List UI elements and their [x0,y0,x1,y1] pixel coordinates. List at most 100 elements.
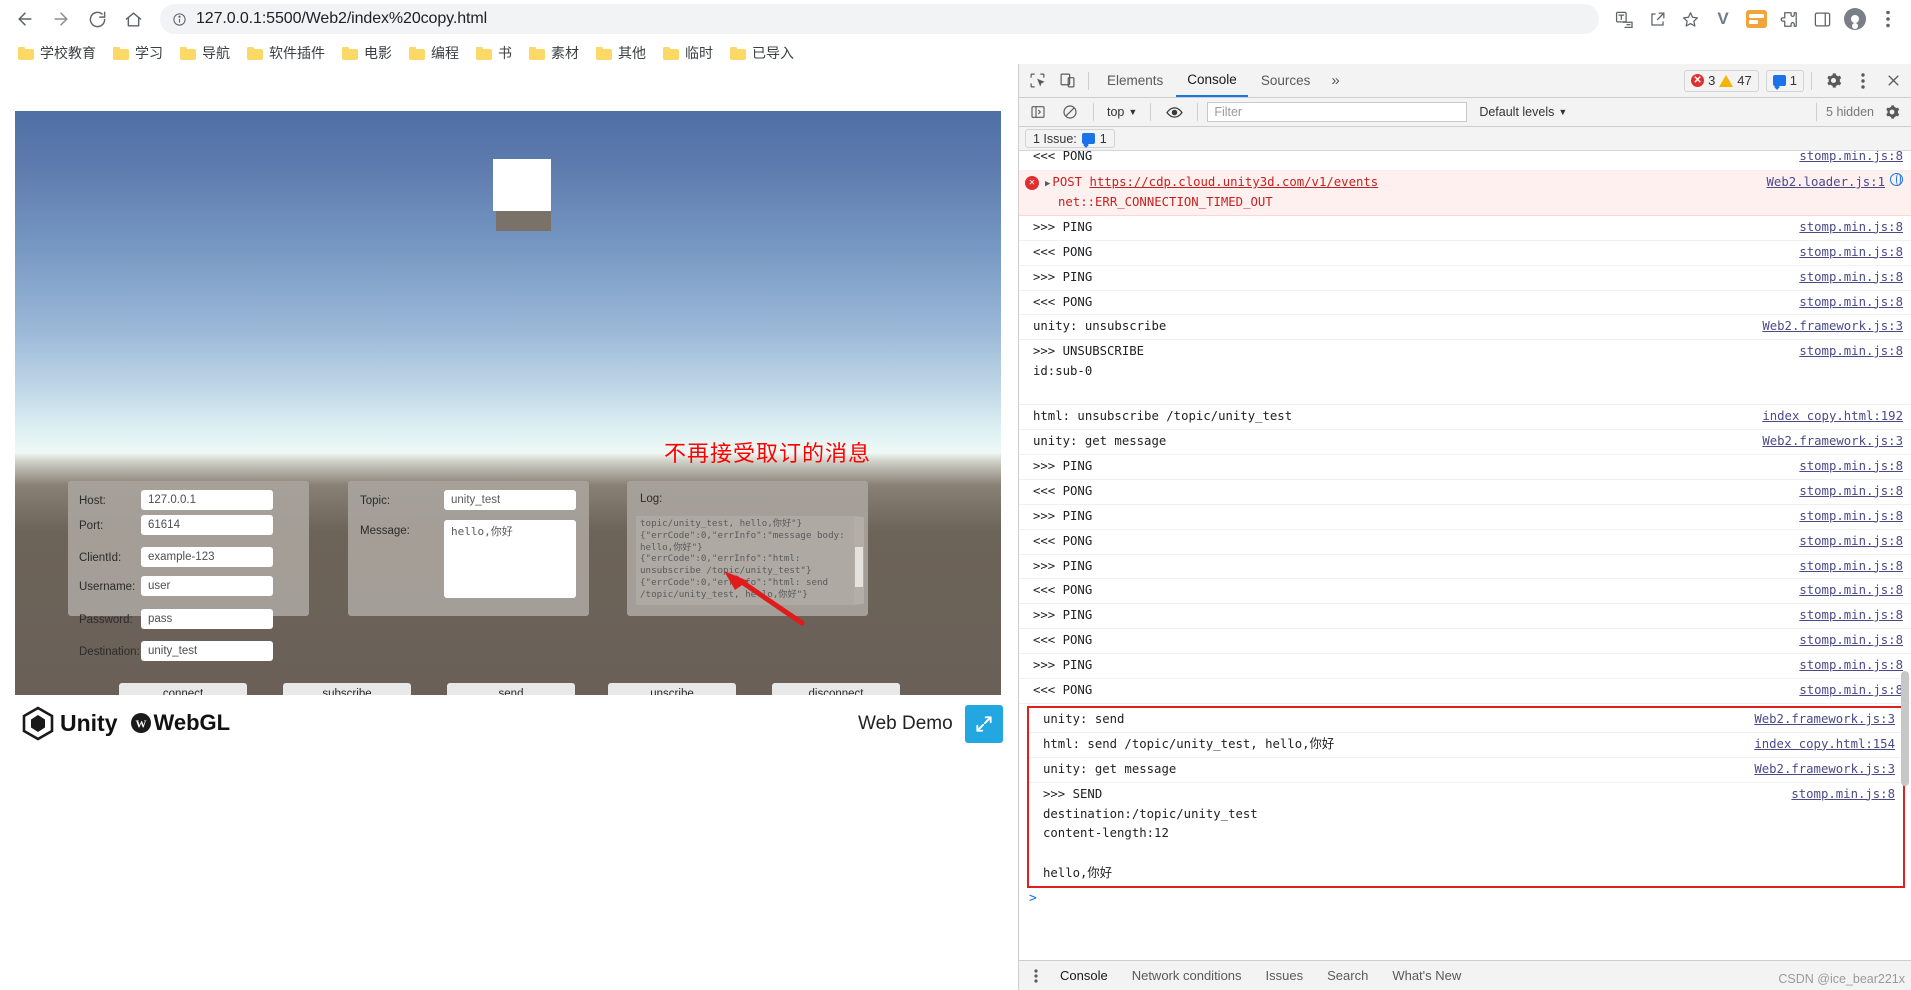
console-row[interactable]: <<< PONG stomp.min.js:8 [1019,579,1911,605]
console-row-source[interactable]: stomp.min.js:8 [1799,457,1903,477]
console-row[interactable]: >>> PING stomp.min.js:8 [1019,216,1911,241]
console-row-source[interactable]: stomp.min.js:8 [1791,785,1895,805]
unity-webgl-canvas[interactable]: 不再接受取订的消息 Host: 127.0.0.1 Port: 61614 Cl… [15,111,1001,695]
home-button[interactable] [116,2,150,36]
chrome-menu-icon[interactable] [1873,4,1903,34]
console-row-source[interactable]: stomp.min.js:8 [1799,151,1903,167]
bookmark-item[interactable]: 软件插件 [239,40,333,66]
console-settings-gear-icon[interactable] [1878,99,1906,125]
console-row[interactable]: >>> PING stomp.min.js:8 [1019,604,1911,630]
console-row-source[interactable]: Web2.framework.js:3 [1754,760,1895,780]
console-row[interactable]: unity: get message Web2.framework.js:3 [1019,430,1911,455]
console-filter-input[interactable]: Filter [1207,102,1468,122]
drawer-tab-search[interactable]: Search [1316,961,1379,990]
bookmark-item[interactable]: 其他 [588,40,654,66]
reload-button[interactable] [80,2,114,36]
tab-elements[interactable]: Elements [1096,64,1174,97]
console-row[interactable]: <<< PONG stomp.min.js:8 [1019,530,1911,555]
clientid-input[interactable]: example-123 [141,547,273,567]
close-devtools-icon[interactable] [1879,68,1907,94]
error-warning-badge[interactable]: ✕ 3 47 [1684,69,1759,92]
console-row-error[interactable]: ✕ ▶ POST https://cdp.cloud.unity3d.com/v1… [1019,171,1911,216]
console-row-source[interactable]: Web2.framework.js:3 [1762,432,1903,452]
password-input[interactable]: pass [141,609,273,629]
drawer-menu-icon[interactable] [1025,968,1047,983]
console-row[interactable]: >>> PING stomp.min.js:8 [1019,455,1911,480]
bookmark-item[interactable]: 已导入 [722,40,802,66]
tab-sources[interactable]: Sources [1250,64,1322,97]
console-row[interactable]: >>> PING stomp.min.js:8 [1019,555,1911,580]
bookmark-item[interactable]: 导航 [172,40,238,66]
console-prompt[interactable]: > [1019,888,1911,909]
console-row-source[interactable]: stomp.min.js:8 [1799,218,1903,238]
console-sidebar-toggle-icon[interactable] [1024,99,1052,125]
sidepanel-icon[interactable] [1807,4,1837,34]
console-error-link[interactable]: https://cdp.cloud.unity3d.com/v1/events [1089,175,1378,189]
expand-triangle-icon[interactable]: ▶ [1045,179,1050,189]
console-row-source[interactable]: stomp.min.js:8 [1799,606,1903,626]
settings-gear-icon[interactable] [1819,68,1847,94]
drawer-tab-issues[interactable]: Issues [1255,961,1315,990]
more-tabs-icon[interactable]: » [1323,72,1347,89]
drawer-tab-whats-new[interactable]: What's New [1381,961,1472,990]
bookmark-item[interactable]: 素材 [521,40,587,66]
username-input[interactable]: user [141,576,273,596]
console-row[interactable]: unity: get message Web2.framework.js:3 [1029,758,1903,783]
inspect-element-icon[interactable] [1023,68,1051,94]
console-row[interactable]: html: send /topic/unity_test, hello,你好 in… [1029,733,1903,758]
bookmark-item[interactable]: 编程 [401,40,467,66]
site-info-icon[interactable] [172,12,187,27]
execution-context-selector[interactable]: top ▼ [1103,105,1141,119]
log-levels-selector[interactable]: Default levels ▼ [1479,105,1567,119]
issue-chip[interactable]: 1 Issue: 1 [1025,129,1115,148]
console-row[interactable]: <<< PONG stomp.min.js:8 [1019,241,1911,266]
back-button[interactable] [8,2,42,36]
console-row[interactable]: html: unsubscribe /topic/unity_test index… [1019,405,1911,430]
console-row[interactable]: <<< PONG stomp.min.js:8 [1019,629,1911,655]
send-button[interactable]: send [447,683,575,695]
clear-console-icon[interactable] [1056,99,1084,125]
log-panel-scrollbar[interactable] [854,517,864,604]
console-row-clipped[interactable]: <<< PONG stomp.min.js:8 [1019,151,1911,171]
console-row[interactable]: <<< PONG stomp.min.js:8 [1019,291,1911,316]
console-message-list[interactable]: <<< PONG stomp.min.js:8 ✕ ▶ POST https://… [1019,151,1911,911]
topic-input[interactable]: unity_test [444,490,576,510]
port-input[interactable]: 61614 [141,515,273,535]
bookmark-item[interactable]: 电影 [334,40,400,66]
connect-button[interactable]: connect [119,683,247,695]
bookmark-item[interactable]: 学习 [105,40,171,66]
device-toolbar-icon[interactable] [1053,68,1081,94]
issues-badge[interactable]: 1 [1765,69,1804,92]
console-row-source[interactable]: stomp.min.js:8 [1799,482,1903,502]
tab-console[interactable]: Console [1176,64,1248,97]
bookmark-item[interactable]: 临时 [655,40,721,66]
console-row-source[interactable]: stomp.min.js:8 [1799,656,1903,676]
disconnect-button[interactable]: disconnect [772,683,900,695]
drawer-tab-network-conditions[interactable]: Network conditions [1121,961,1253,990]
bookmark-item[interactable]: 书 [468,40,520,66]
console-row[interactable]: unity: unsubscribe Web2.framework.js:3 [1019,315,1911,341]
translate-icon[interactable] [1609,4,1639,34]
console-row-source[interactable]: stomp.min.js:8 [1799,342,1903,362]
console-row[interactable]: >>> UNSUBSCRIBE id:sub-0 stomp.min.js:8 [1019,340,1911,406]
address-bar[interactable]: 127.0.0.1:5500/Web2/index%20copy.html [160,4,1599,34]
console-row-source[interactable]: index copy.html:154 [1754,735,1895,755]
console-row[interactable]: unity: send Web2.framework.js:3 [1029,708,1903,733]
host-input[interactable]: 127.0.0.1 [141,490,273,510]
console-row-source[interactable]: stomp.min.js:8 [1799,557,1903,577]
destination-input[interactable]: unity_test [141,641,273,661]
console-row-source[interactable]: stomp.min.js:8 [1799,631,1903,651]
console-row[interactable]: >>> SEND destination:/topic/unity_test c… [1029,783,1903,887]
console-row-source[interactable]: stomp.min.js:8 [1799,681,1903,701]
extensions-puzzle-icon[interactable] [1774,4,1804,34]
bookmark-star-icon[interactable] [1675,4,1705,34]
console-row[interactable]: <<< PONG stomp.min.js:8 [1019,480,1911,505]
console-row-source[interactable]: stomp.min.js:8 [1799,243,1903,263]
extension-vimium-icon[interactable]: V [1708,4,1738,34]
message-textarea[interactable]: hello,你好 [444,520,576,598]
extension-orange-icon[interactable] [1741,4,1771,34]
forward-button[interactable] [44,2,78,36]
fullscreen-button[interactable] [965,705,1003,743]
console-row-source[interactable]: Web2.framework.js:3 [1754,710,1895,730]
subscribe-button[interactable]: subscribe [283,683,411,695]
